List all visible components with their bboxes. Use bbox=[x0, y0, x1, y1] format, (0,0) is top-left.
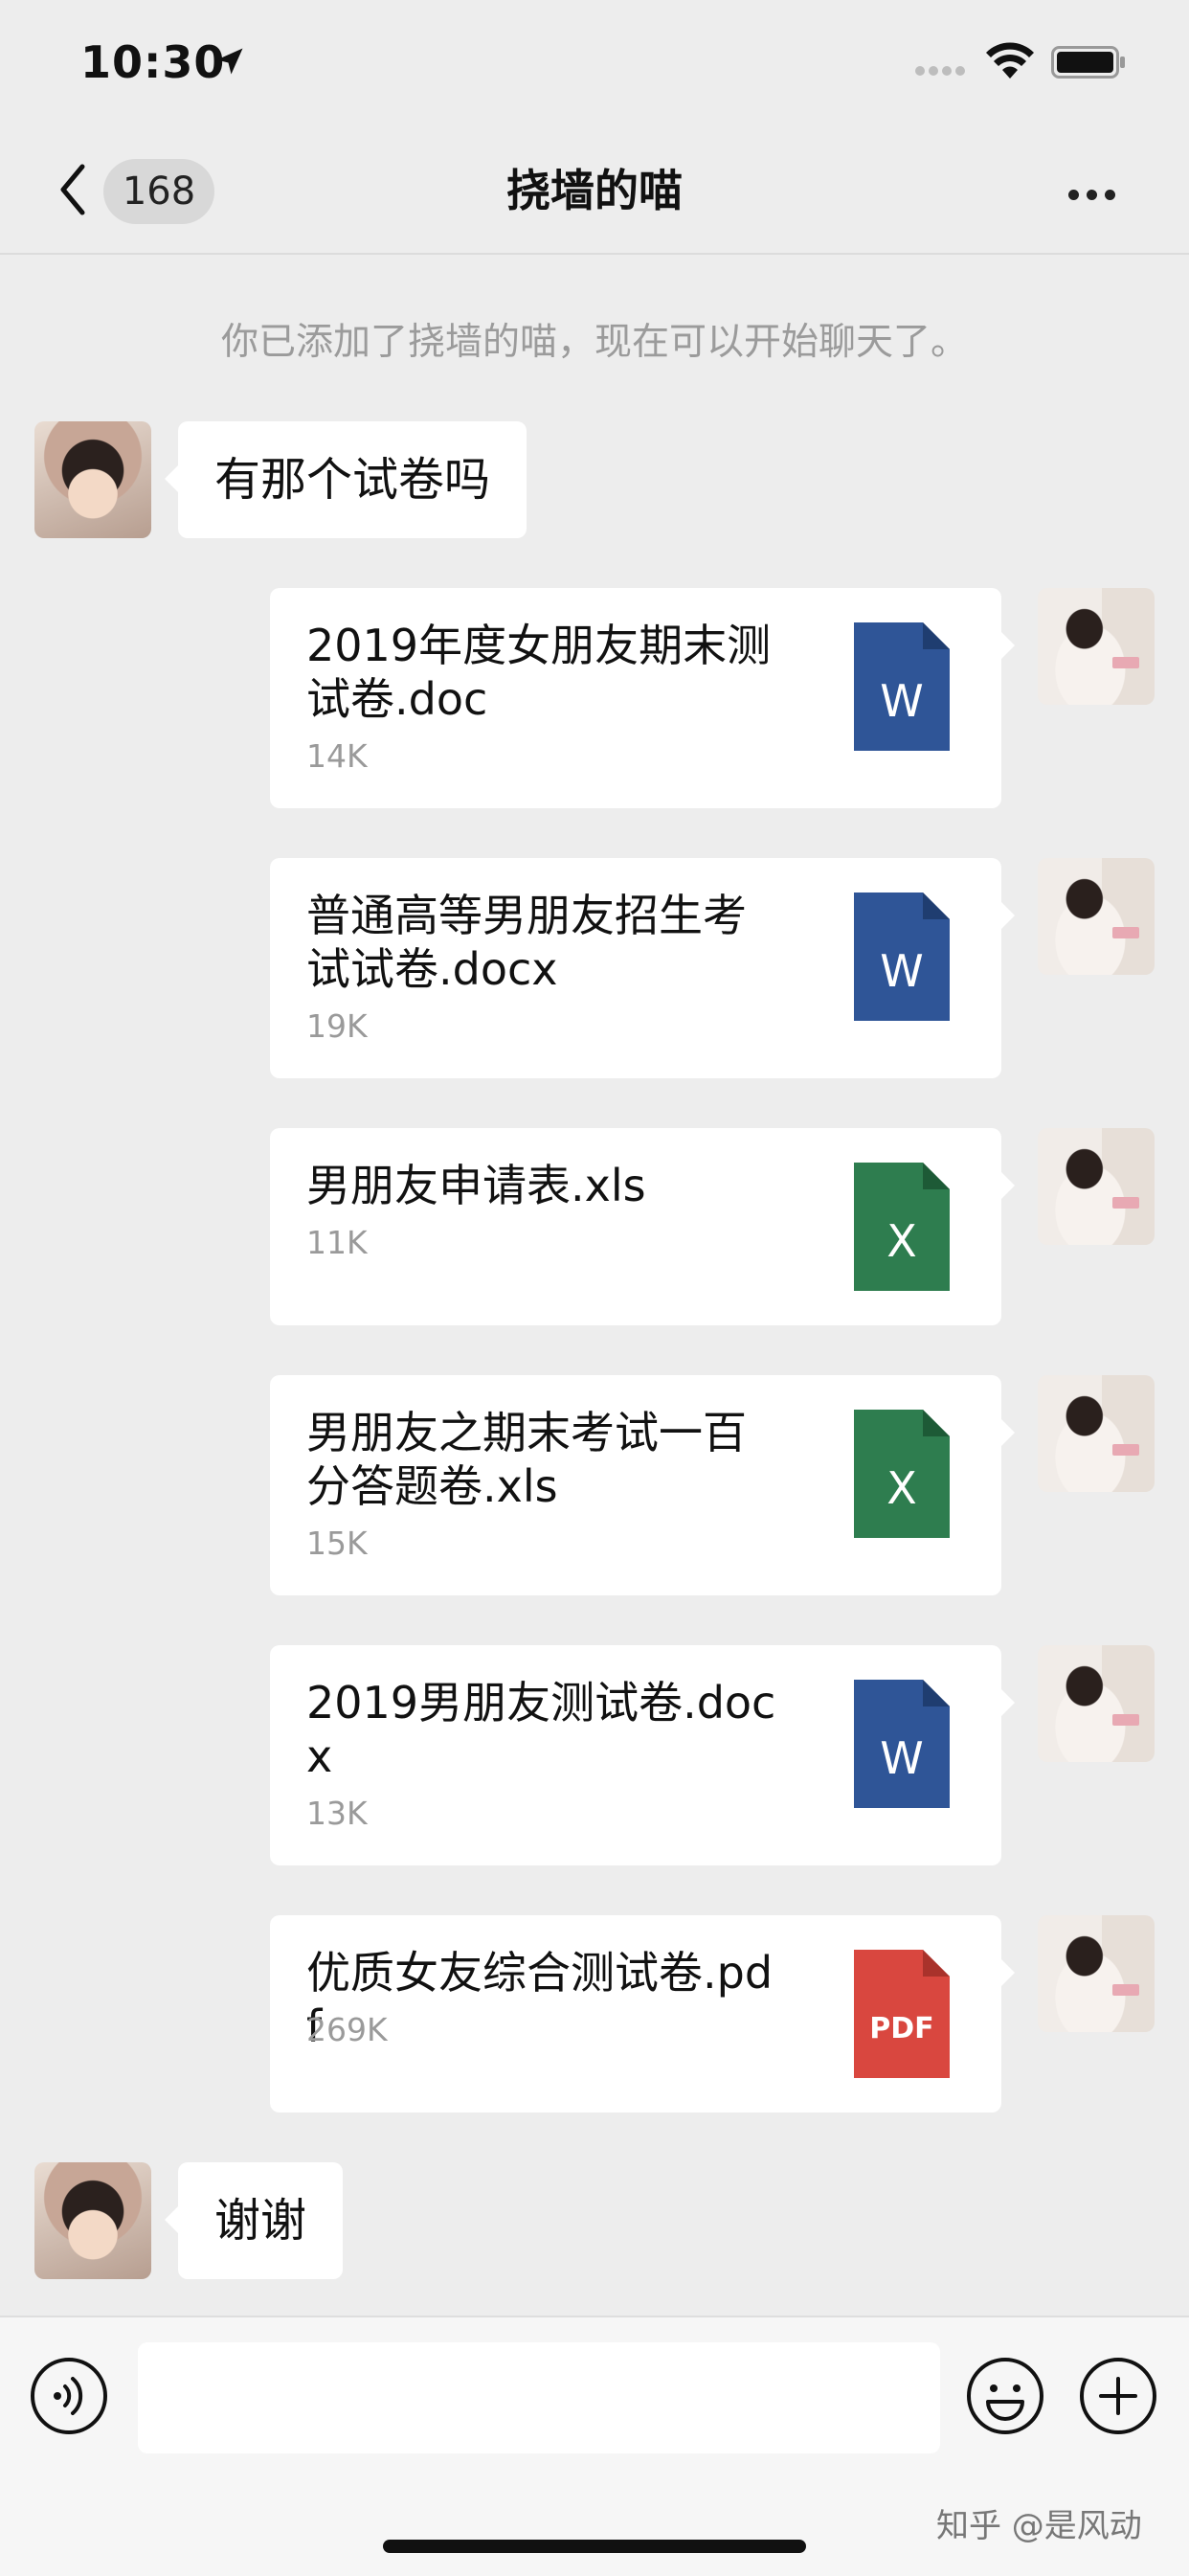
file-message-card[interactable]: 优质女友综合测试卷.pdf 269K PDF bbox=[270, 1915, 1015, 2113]
file-message-card[interactable]: 2019男朋友测试卷.docx 13K W bbox=[270, 1645, 1015, 1865]
my-avatar[interactable] bbox=[1038, 1128, 1155, 1245]
file-size: 15K bbox=[306, 1525, 368, 1562]
emoji-icon[interactable] bbox=[965, 2356, 1045, 2436]
file-message-card[interactable]: 2019年度女朋友期末测试卷.doc 14K W bbox=[270, 588, 1015, 808]
file-size: 14K bbox=[306, 737, 368, 775]
word-file-icon: W bbox=[854, 893, 950, 1021]
status-bar: 10:30 bbox=[0, 0, 1189, 134]
chat-header: 168 挠墙的喵 bbox=[0, 144, 1189, 255]
word-file-icon: W bbox=[854, 1680, 950, 1808]
svg-text:W: W bbox=[880, 675, 923, 727]
file-size: 13K bbox=[306, 1795, 368, 1832]
my-avatar[interactable] bbox=[1038, 588, 1155, 705]
svg-text:W: W bbox=[880, 945, 923, 997]
file-name: 2019男朋友测试卷.docx bbox=[306, 1677, 776, 1782]
svg-text:PDF: PDF bbox=[869, 2012, 933, 2045]
location-arrow-icon bbox=[216, 48, 243, 75]
message-bubble-incoming[interactable]: 谢谢 bbox=[164, 2162, 344, 2279]
signal-icon bbox=[915, 61, 971, 76]
pdf-file-icon: PDF bbox=[854, 1950, 950, 2078]
file-message-card[interactable]: 男朋友申请表.xls 11K X bbox=[270, 1128, 1015, 1325]
more-options-icon[interactable] bbox=[1068, 186, 1126, 200]
message-bubble-incoming[interactable]: 有那个试卷吗 bbox=[164, 421, 527, 538]
plus-icon[interactable] bbox=[1078, 2356, 1158, 2436]
my-avatar[interactable] bbox=[1038, 1375, 1155, 1492]
file-message-card[interactable]: 普通高等男朋友招生考试试卷.docx 19K W bbox=[270, 858, 1015, 1078]
file-name: 2019年度女朋友期末测试卷.doc bbox=[306, 620, 772, 725]
file-name: 普通高等男朋友招生考试试卷.docx bbox=[306, 890, 747, 995]
contact-avatar[interactable] bbox=[34, 421, 151, 538]
file-size: 269K bbox=[306, 2011, 388, 2048]
file-message-card[interactable]: 男朋友之期末考试一百分答题卷.xls 15K X bbox=[270, 1375, 1015, 1595]
svg-text:X: X bbox=[886, 1462, 917, 1514]
word-file-icon: W bbox=[854, 622, 950, 751]
excel-file-icon: X bbox=[854, 1410, 950, 1538]
my-avatar[interactable] bbox=[1038, 1645, 1155, 1762]
message-input[interactable] bbox=[138, 2342, 940, 2453]
contact-avatar[interactable] bbox=[34, 2162, 151, 2279]
file-name: 男朋友之期末考试一百分答题卷.xls bbox=[306, 1407, 747, 1512]
battery-icon bbox=[1051, 46, 1125, 79]
file-name: 男朋友申请表.xls bbox=[306, 1160, 646, 1211]
chat-title: 挠墙的喵 bbox=[506, 165, 683, 216]
my-avatar[interactable] bbox=[1038, 858, 1155, 975]
system-message: 你已添加了挠墙的喵，现在可以开始聊天了。 bbox=[220, 321, 968, 364]
svg-text:X: X bbox=[886, 1215, 917, 1267]
chat-input-bar: 知乎 @是风动 bbox=[0, 2316, 1189, 2576]
excel-file-icon: X bbox=[854, 1163, 950, 1291]
svg-text:W: W bbox=[880, 1732, 923, 1784]
file-size: 11K bbox=[306, 1224, 368, 1261]
watermark: 知乎 @是风动 bbox=[936, 2507, 1142, 2545]
home-indicator[interactable] bbox=[383, 2540, 806, 2553]
file-size: 19K bbox=[306, 1007, 368, 1045]
my-avatar[interactable] bbox=[1038, 1915, 1155, 2032]
wifi-icon bbox=[986, 42, 1034, 79]
voice-input-icon[interactable] bbox=[29, 2356, 109, 2436]
status-time: 10:30 bbox=[80, 36, 226, 88]
